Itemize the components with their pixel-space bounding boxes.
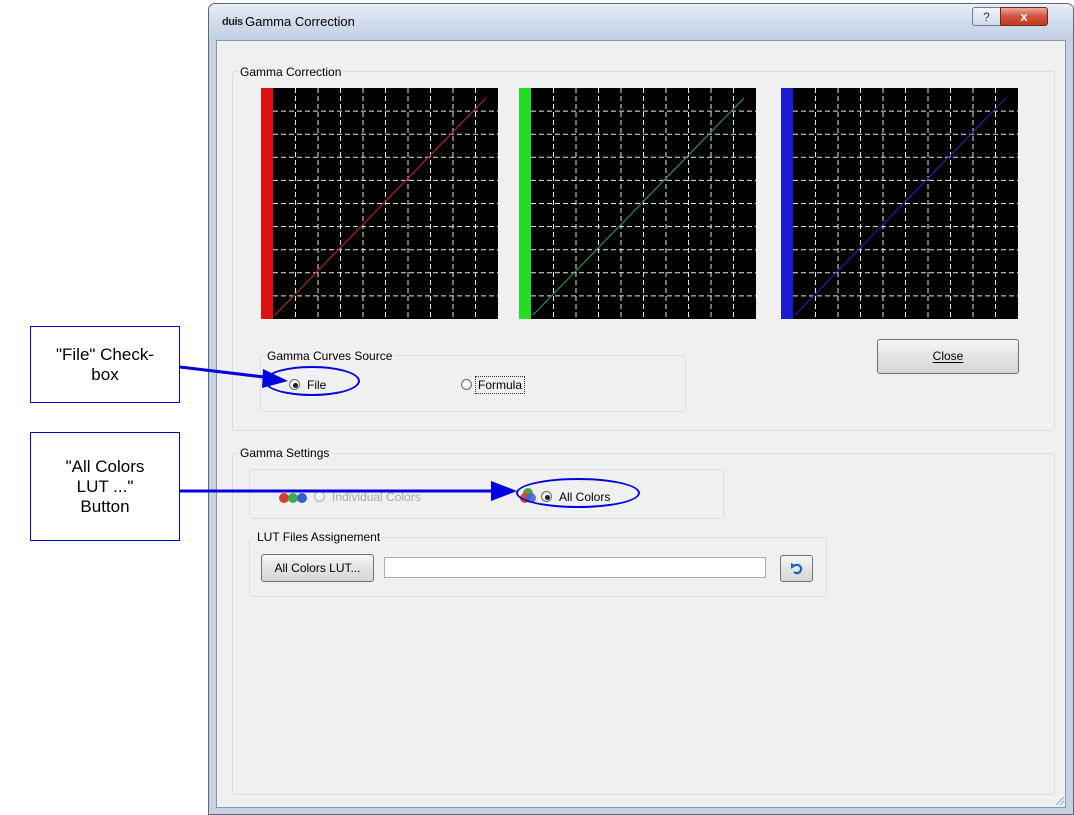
all-colors-arrow (180, 481, 517, 501)
file-arrow (179, 365, 288, 388)
annotation-arrows (179, 365, 517, 501)
